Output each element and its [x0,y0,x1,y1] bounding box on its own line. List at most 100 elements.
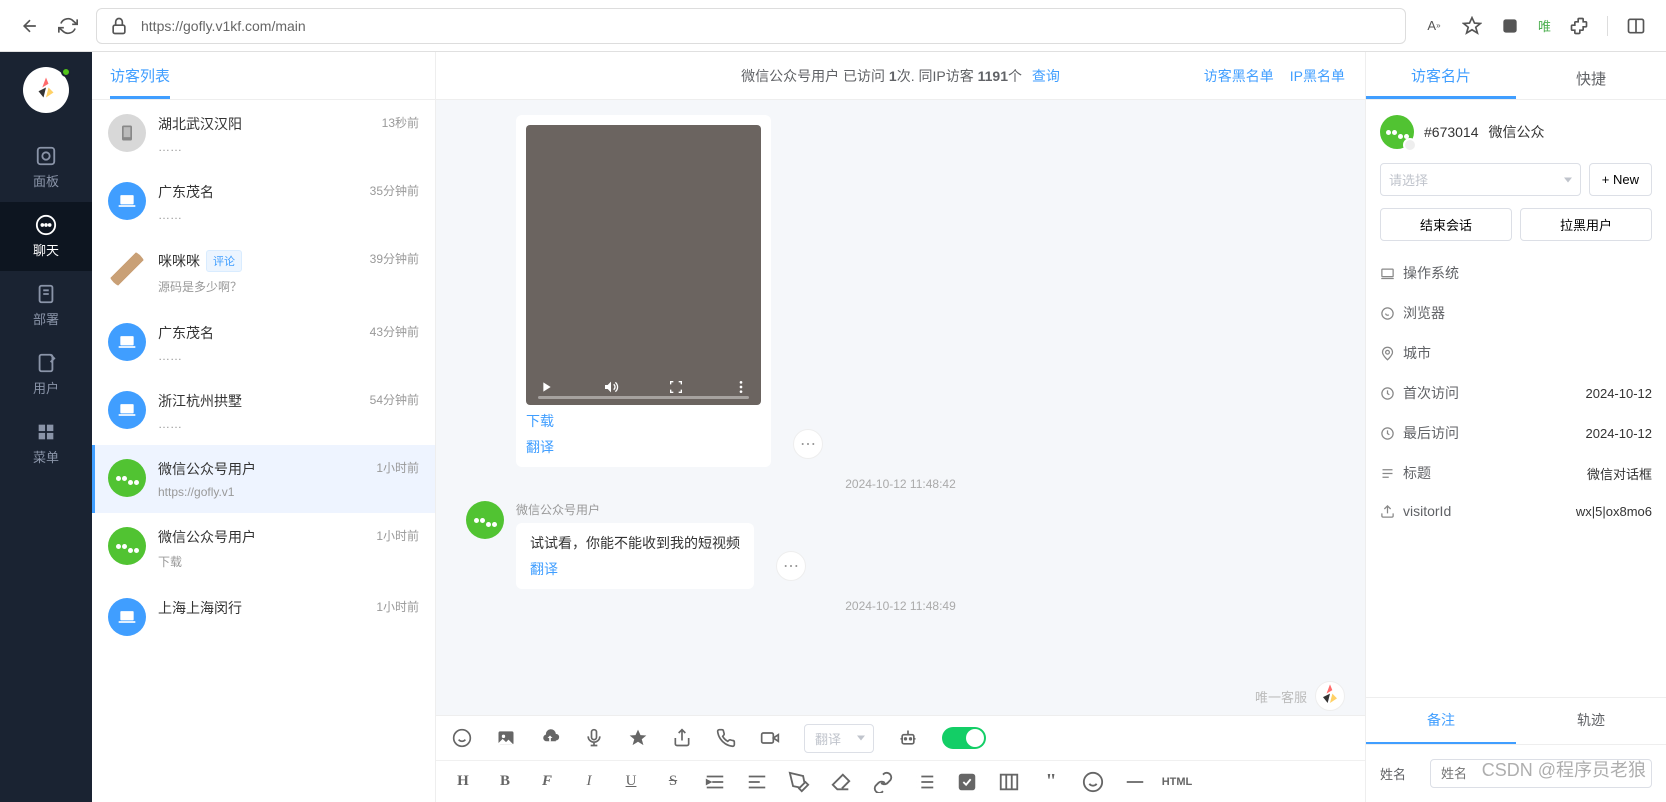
mic-icon[interactable] [584,728,604,748]
volume-icon[interactable] [603,379,619,395]
heading-icon[interactable]: H [452,771,474,793]
chat-panel: 微信公众号用户 已访问 1次. 同IP访客 1191个 查询 访客黑名单 IP黑… [436,52,1366,802]
nav-item-1[interactable]: 聊天 [0,202,92,271]
tab-track[interactable]: 轨迹 [1516,698,1666,744]
toggle-switch[interactable] [942,727,986,749]
detail-row: 最后访问2024-10-12 [1380,413,1652,453]
play-icon[interactable] [538,379,554,395]
message-actions[interactable]: ⋯ [776,551,806,581]
message-actions[interactable]: ⋯ [793,429,823,459]
nav-label: 部署 [33,309,59,328]
visitor-item[interactable]: 上海上海闵行1小时前 [92,584,435,650]
text-size-icon[interactable]: A» [1424,16,1444,36]
visitor-item[interactable]: 浙江杭州拱墅……54分钟前 [92,377,435,445]
translate-select[interactable]: 翻译 [804,724,874,753]
align-icon[interactable] [746,771,768,793]
image-icon[interactable] [496,728,516,748]
robot-icon[interactable] [898,728,918,748]
visitor-preview: 下载 [158,553,364,570]
translate-link[interactable]: 翻译 [530,559,740,579]
chat-header: 微信公众号用户 已访问 1次. 同IP访客 1191个 查询 访客黑名单 IP黑… [436,52,1365,100]
message-row: 微信公众号用户 试试看，你能不能收到我的短视频 翻译 ⋯ [466,501,1335,589]
link-icon[interactable] [872,771,894,793]
hr-icon[interactable] [1124,771,1146,793]
tab-visitor-list[interactable]: 访客列表 [110,65,170,99]
url-bar[interactable]: https://gofly.v1kf.com/main [96,8,1406,44]
download-link[interactable]: 下载 [526,411,761,431]
visitor-item[interactable]: 广东茂名……43分钟前 [92,309,435,377]
underline-icon[interactable]: U [620,771,642,793]
signature-logo [1315,681,1345,711]
detail-label: 标题 [1403,463,1431,483]
detail-row: 城市 [1380,333,1652,373]
blacklist-user-button[interactable]: 拉黑用户 [1520,208,1652,241]
video-progress[interactable] [538,396,749,399]
lock-icon [109,16,129,36]
end-session-button[interactable]: 结束会话 [1380,208,1512,241]
checkbox-icon[interactable] [956,771,978,793]
html-button[interactable]: HTML [1166,771,1188,793]
visitor-item[interactable]: 咪咪咪评论源码是多少啊？39分钟前 [92,236,435,309]
fullscreen-icon[interactable] [668,379,684,395]
star-icon[interactable] [1462,16,1482,36]
more-icon[interactable] [733,379,749,395]
visitor-item[interactable]: 微信公众号用户下载1小时前 [92,513,435,584]
italic-icon[interactable]: I [578,771,600,793]
app-logo[interactable] [23,67,69,113]
name-input[interactable] [1430,759,1652,788]
ip-blacklist-link[interactable]: IP黑名单 [1290,66,1345,86]
refresh-button[interactable] [58,16,78,36]
visitor-item[interactable]: 广东茂名……35分钟前 [92,168,435,236]
visitor-avatar [108,182,146,220]
cloud-upload-icon[interactable] [540,728,560,748]
query-link[interactable]: 查询 [1032,68,1060,84]
online-status-dot [61,67,71,77]
indent-icon[interactable] [704,771,726,793]
wechat-avatar [1380,115,1414,149]
video-player[interactable] [526,125,761,405]
message-timestamp: 2024-10-12 11:48:42 [466,477,1335,491]
tab-visitor-card[interactable]: 访客名片 [1366,65,1516,99]
reader-icon[interactable] [1500,16,1520,36]
text-message: 试试看，你能不能收到我的短视频 翻译 [516,523,754,589]
tag-select[interactable]: 请选择 [1380,163,1581,196]
bold-icon[interactable]: B [494,771,516,793]
highlight-icon[interactable] [788,771,810,793]
right-panel: 访客名片 快捷 #673014 微信公众 请选择 + New 结束会话 拉黑用户… [1366,52,1666,802]
visitor-name: 微信公众号用户 [158,459,256,479]
eraser-icon[interactable] [830,771,852,793]
tab-remark[interactable]: 备注 [1366,698,1516,744]
visitor-time: 1小时前 [376,459,419,476]
list-icon[interactable] [914,771,936,793]
visitor-blacklist-link[interactable]: 访客黑名单 [1204,66,1274,86]
nav-item-4[interactable]: 菜单 [0,409,92,478]
visitor-name: 湖北武汉汉阳 [158,114,242,134]
nav-item-3[interactable]: 用户 [0,340,92,409]
extensions-icon[interactable] [1569,16,1589,36]
star-icon[interactable] [628,728,648,748]
back-button[interactable] [20,16,40,36]
columns-icon[interactable] [998,771,1020,793]
visitor-identity: #673014 微信公众 [1380,115,1652,149]
translate-link[interactable]: 翻译 [526,437,761,457]
visitor-time: 39分钟前 [370,250,419,267]
detail-icon [1380,266,1395,281]
font-icon[interactable]: F [536,771,558,793]
new-button[interactable]: + New [1589,163,1652,196]
quote-icon[interactable]: " [1040,771,1062,793]
visitor-item[interactable]: 微信公众号用户https://gofly.v11小时前 [92,445,435,513]
emoji-icon[interactable] [1082,771,1104,793]
video-icon[interactable] [760,728,780,748]
share-icon[interactable] [672,728,692,748]
nav-label: 聊天 [33,240,59,259]
split-icon[interactable] [1626,16,1646,36]
nav-item-0[interactable]: 面板 [0,133,92,202]
phone-icon[interactable] [716,728,736,748]
visit-count: 1 [889,68,897,84]
nav-item-2[interactable]: 部署 [0,271,92,340]
emoji-icon[interactable] [452,728,472,748]
tab-shortcuts[interactable]: 快捷 [1516,68,1666,99]
visitor-avatar [108,598,146,636]
strikethrough-icon[interactable]: S [662,771,684,793]
visitor-item[interactable]: 湖北武汉汉阳……13秒前 [92,100,435,168]
